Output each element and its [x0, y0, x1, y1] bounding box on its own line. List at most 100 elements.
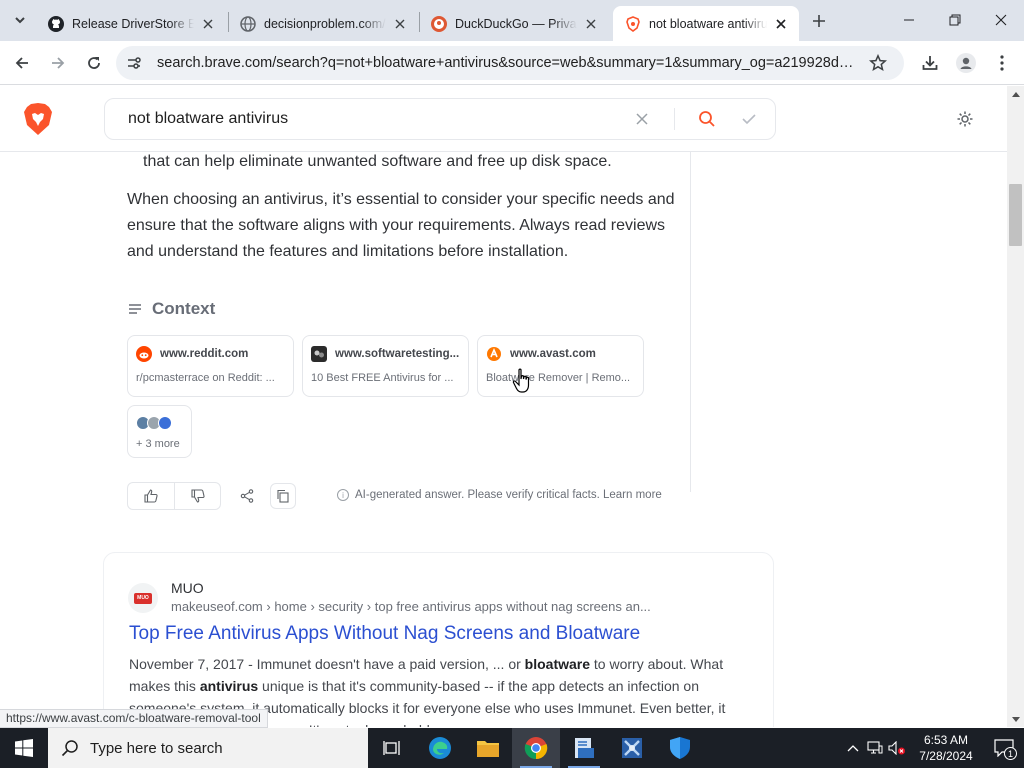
taskbar-clock[interactable]: 6:53 AM 7/28/2024 — [908, 732, 984, 764]
source-favicon-icon — [158, 416, 172, 430]
check-icon[interactable] — [739, 109, 759, 129]
search-results-area: that can help eliminate unwanted softwar… — [0, 152, 1007, 727]
copy-icon — [277, 489, 289, 503]
network-icon[interactable] — [864, 728, 886, 768]
plus-icon — [813, 15, 825, 27]
tab-decisionproblem[interactable]: decisionproblem.com/paperclips — [228, 6, 418, 41]
url-text[interactable]: search.brave.com/search?q=not+bloatware+… — [157, 55, 857, 71]
thumbs-down-button[interactable] — [174, 483, 220, 509]
settings-gear-icon[interactable] — [954, 108, 976, 130]
close-tab-icon[interactable] — [392, 16, 408, 32]
download-icon — [922, 56, 938, 70]
more-sources-card[interactable]: + 3 more — [127, 405, 192, 458]
tab-brave-search[interactable]: not bloatware antivirus - Brave Search — [613, 6, 799, 41]
source-card-softwaretesting[interactable]: www.softwaretesting... 10 Best FREE Anti… — [302, 335, 469, 397]
reddit-icon — [136, 346, 152, 362]
reload-button[interactable] — [80, 49, 108, 77]
ai-disclaimer: i AI-generated answer. Please verify cri… — [337, 489, 662, 501]
tab-duckduckgo[interactable]: DuckDuckGo — Privacy, simplified — [419, 6, 609, 41]
clock-time: 6:53 AM — [923, 733, 969, 747]
close-tab-icon[interactable] — [200, 16, 216, 32]
source-domain: www.reddit.com — [160, 348, 249, 360]
thumbs-up-icon — [144, 489, 158, 503]
result-title-link[interactable]: Top Free Antivirus Apps Without Nag Scre… — [129, 623, 640, 645]
close-window-button[interactable] — [978, 0, 1024, 40]
tab-search-button[interactable] — [6, 7, 34, 33]
document-app-icon — [575, 738, 594, 758]
source-snippet: 10 Best FREE Antivirus for ... — [311, 372, 454, 384]
more-sources-favicons — [136, 414, 183, 432]
more-sources-label: + 3 more — [136, 438, 180, 450]
taskbar-edge[interactable] — [416, 728, 464, 768]
source-card-avast[interactable]: www.avast.com Bloatware Remover | Remo..… — [477, 335, 644, 397]
scroll-down-arrow-icon[interactable] — [1007, 711, 1024, 727]
taskbar-chrome[interactable] — [512, 728, 560, 768]
context-heading: Context — [128, 299, 215, 319]
shield-icon — [670, 737, 690, 759]
scroll-up-arrow-icon[interactable] — [1007, 86, 1024, 102]
volume-muted-icon[interactable] — [886, 728, 908, 768]
search-box[interactable]: not bloatware antivirus — [104, 98, 776, 140]
result-breadcrumb[interactable]: makeuseof.com › home › security › top fr… — [171, 599, 651, 614]
tab-driverstore[interactable]: Release DriverStore Explorer — [36, 6, 226, 41]
thumbs-up-button[interactable] — [128, 483, 174, 509]
task-view-button[interactable] — [368, 728, 416, 768]
search-icon[interactable] — [697, 109, 717, 129]
taskbar-search-box[interactable]: Type here to search — [48, 728, 368, 768]
ai-disclaimer-text[interactable]: AI-generated answer. Please verify criti… — [355, 489, 662, 501]
source-snippet: r/pcmasterrace on Reddit: ... — [136, 372, 275, 384]
searchbox-divider — [674, 108, 675, 130]
action-center-button[interactable]: 1 — [984, 728, 1024, 768]
taskbar-search-placeholder: Type here to search — [90, 739, 223, 757]
clear-search-icon[interactable] — [632, 109, 652, 129]
site-favicon: MUO — [128, 583, 158, 613]
new-tab-button[interactable] — [806, 8, 832, 34]
snippet-text: November 7, 2017 - Immunet doesn't have … — [129, 656, 525, 672]
brave-lion-logo-icon[interactable] — [23, 102, 53, 136]
tab-title: decisionproblem.com/paperclips — [264, 16, 386, 31]
profile-avatar-icon — [956, 53, 976, 73]
taskbar-app-tool[interactable] — [608, 728, 656, 768]
profile-button[interactable] — [952, 49, 980, 77]
copy-button[interactable] — [270, 483, 296, 509]
back-button[interactable] — [8, 49, 36, 77]
page-scrollbar[interactable] — [1007, 86, 1024, 727]
softwaretesting-icon — [311, 346, 327, 362]
github-icon — [48, 15, 64, 32]
source-domain: www.softwaretesting... — [335, 348, 460, 360]
taskbar-app-document[interactable] — [560, 728, 608, 768]
show-hidden-icons-chevron-icon[interactable] — [842, 728, 864, 768]
system-tray: 6:53 AM 7/28/2024 1 — [842, 728, 1024, 768]
share-icon — [240, 489, 254, 503]
list-lines-icon — [128, 301, 144, 317]
forward-button[interactable] — [44, 49, 72, 77]
restore-button[interactable] — [932, 0, 978, 40]
reload-icon — [88, 57, 100, 69]
search-input[interactable]: not bloatware antivirus — [128, 110, 632, 128]
context-heading-label: Context — [152, 299, 216, 318]
scrollbar-thumb[interactable] — [1009, 184, 1022, 246]
source-domain: www.avast.com — [510, 348, 596, 360]
tab-title: Release DriverStore Explorer — [72, 16, 194, 31]
minimize-button[interactable] — [886, 0, 932, 40]
address-bar[interactable]: search.brave.com/search?q=not+bloatware+… — [116, 46, 904, 80]
duckduckgo-icon — [431, 15, 447, 32]
clock-date: 7/28/2024 — [919, 749, 973, 763]
close-tab-icon[interactable] — [583, 16, 599, 32]
taskbar-defender[interactable] — [656, 728, 704, 768]
result-site-name: MUO — [171, 580, 204, 596]
browser-menu-button[interactable] — [988, 49, 1016, 77]
start-button[interactable] — [0, 728, 48, 768]
share-button[interactable] — [234, 483, 260, 509]
close-tab-icon[interactable] — [773, 16, 789, 32]
downloads-button[interactable] — [916, 49, 944, 77]
brave-search-header: not bloatware antivirus — [0, 86, 1007, 152]
brave-shield-icon — [625, 15, 641, 32]
link-status-bar: https://www.avast.com/c-bloatware-remova… — [0, 709, 268, 728]
folder-icon — [477, 741, 499, 757]
site-info-icon[interactable] — [122, 51, 146, 75]
summary-paragraph: When choosing an antivirus, it’s essenti… — [127, 191, 675, 260]
taskbar-file-explorer[interactable] — [464, 728, 512, 768]
source-card-reddit[interactable]: www.reddit.com r/pcmasterrace on Reddit:… — [127, 335, 294, 397]
bookmark-star-icon[interactable] — [866, 51, 890, 75]
